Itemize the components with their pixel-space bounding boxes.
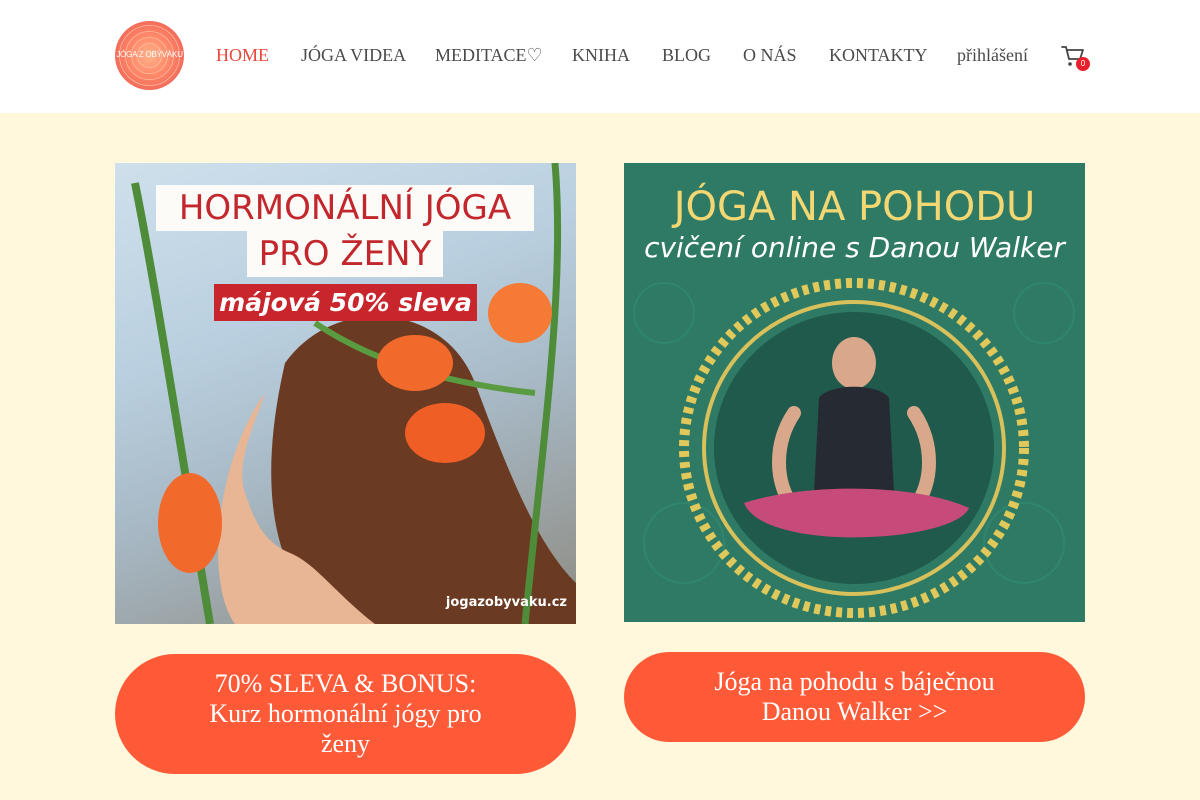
nav-blog[interactable]: BLOG [662, 45, 711, 65]
nav-o-nas[interactable]: O NÁS [743, 45, 797, 65]
cart-button[interactable]: 0 [1061, 45, 1091, 73]
logo-text: JÓGA Z OBÝVÁKU [116, 50, 183, 59]
nav-meditace[interactable]: MEDITACE♡ [435, 45, 543, 65]
banner-domain: jogazobyvaku.cz [445, 595, 567, 610]
nav-joga-videa[interactable]: JÓGA VIDEA [301, 45, 406, 65]
banner-title-line1: HORMONÁLNÍ JÓGA [156, 185, 534, 231]
joga-na-pohodu-banner[interactable]: JÓGA NA POHODU cvičení online s Danou Wa… [624, 163, 1085, 622]
nav-prihlaseni[interactable]: přihlášení [957, 45, 1028, 65]
joga-na-pohodu-button[interactable]: Jóga na pohodu s báječnou Danou Walker >… [624, 652, 1085, 742]
nav-kontakty[interactable]: KONTAKTY [829, 45, 928, 65]
site-logo[interactable]: JÓGA Z OBÝVÁKU [115, 21, 184, 90]
banner-title-line2: PRO ŽENY [247, 231, 443, 277]
banner-title: JÓGA NA POHODU [673, 184, 1036, 230]
nav-home[interactable]: HOME [216, 45, 269, 65]
button-label: Jóga na pohodu s báječnou Danou Walker >… [714, 667, 995, 726]
hormonal-yoga-banner[interactable]: HORMONÁLNÍ JÓGA PRO ŽENY májová 50% slev… [115, 163, 576, 624]
banner-subtitle: cvičení online s Danou Walker [644, 231, 1065, 264]
sale-badge: májová 50% sleva [214, 284, 477, 321]
hormonal-yoga-course-button[interactable]: 70% SLEVA & BONUS: Kurz hormonální jógy … [115, 654, 576, 774]
site-header: JÓGA Z OBÝVÁKU HOME JÓGA VIDEA MEDITACE♡… [0, 0, 1200, 113]
button-label: 70% SLEVA & BONUS: Kurz hormonální jógy … [209, 669, 482, 758]
nav-kniha[interactable]: KNIHA [572, 45, 630, 65]
cart-count-badge: 0 [1076, 57, 1090, 71]
